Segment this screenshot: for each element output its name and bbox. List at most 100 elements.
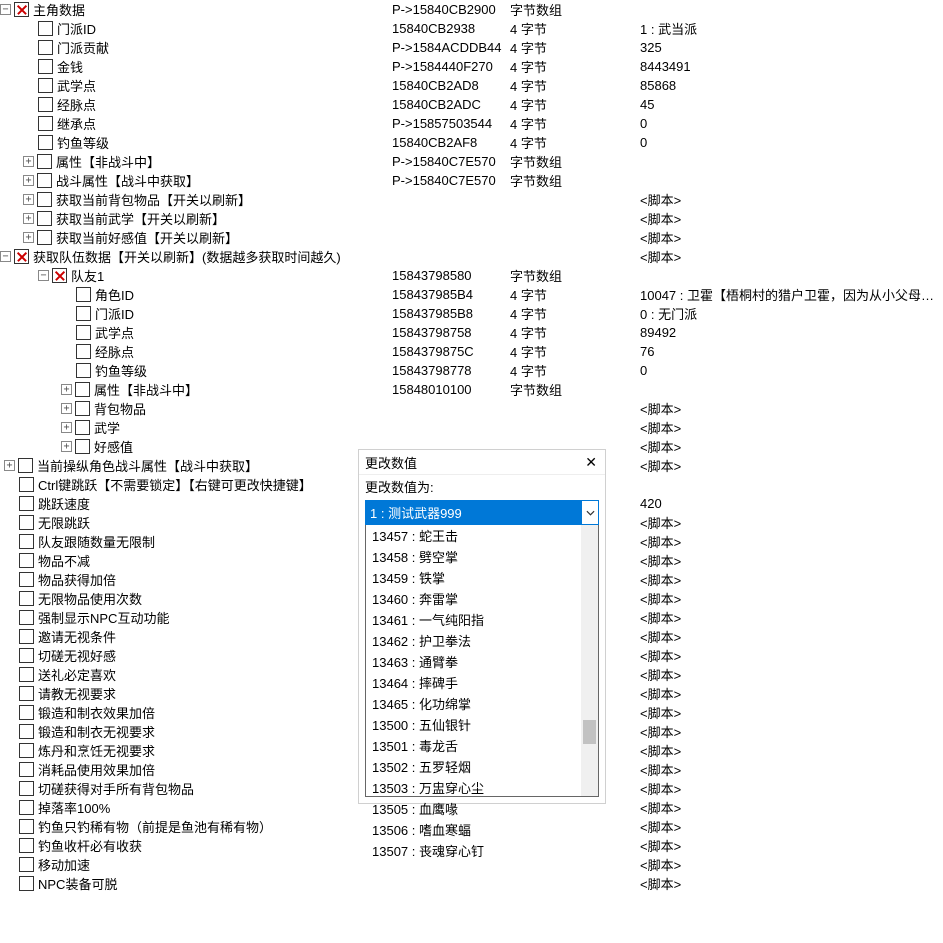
checkbox[interactable]	[19, 572, 34, 587]
scrollbar[interactable]	[581, 525, 598, 796]
value-cell[interactable]: 85868	[640, 78, 943, 93]
table-row[interactable]: −队友115843798580字节数组	[0, 266, 943, 285]
table-row[interactable]: +属性【非战斗中】P->15840C7E570字节数组	[0, 152, 943, 171]
value-cell[interactable]: <脚本>	[640, 627, 943, 646]
table-row[interactable]: +背包物品<脚本>	[0, 399, 943, 418]
collapse-icon[interactable]: −	[0, 4, 11, 15]
checkbox[interactable]	[75, 382, 90, 397]
checkbox[interactable]	[19, 743, 34, 758]
value-cell[interactable]: <脚本>	[640, 722, 943, 741]
dropdown-item[interactable]: 13462 : 护卫拳法	[366, 630, 598, 651]
checkbox[interactable]	[19, 648, 34, 663]
checkbox[interactable]	[38, 97, 53, 112]
checkbox[interactable]	[52, 268, 67, 283]
checkbox[interactable]	[19, 819, 34, 834]
checkbox[interactable]	[38, 59, 53, 74]
value-cell[interactable]: 325	[640, 40, 943, 55]
dropdown-item[interactable]: 13502 : 五罗轻烟	[366, 756, 598, 777]
table-row[interactable]: 经脉点15840CB2ADC4 字节45	[0, 95, 943, 114]
checkbox[interactable]	[19, 686, 34, 701]
dropdown-selected[interactable]: 1 : 测试武器999	[365, 500, 582, 525]
value-cell[interactable]: <脚本>	[640, 836, 943, 855]
checkbox[interactable]	[19, 591, 34, 606]
dropdown-item[interactable]: 13461 : 一气纯阳指	[366, 609, 598, 630]
value-cell[interactable]: <脚本>	[640, 437, 943, 456]
value-cell[interactable]: <脚本>	[640, 817, 943, 836]
checkbox[interactable]	[37, 230, 52, 245]
table-row[interactable]: +武学<脚本>	[0, 418, 943, 437]
checkbox[interactable]	[75, 401, 90, 416]
dropdown-item[interactable]: 13463 : 通臂拳	[366, 651, 598, 672]
table-row[interactable]: 门派贡献P->1584ACDDB444 字节325	[0, 38, 943, 57]
table-row[interactable]: +属性【非战斗中】15848010100字节数组	[0, 380, 943, 399]
expand-icon[interactable]: +	[23, 194, 34, 205]
checkbox[interactable]	[19, 553, 34, 568]
value-cell[interactable]: <脚本>	[640, 513, 943, 532]
table-row[interactable]: 金钱P->1584440F2704 字节8443491	[0, 57, 943, 76]
value-cell[interactable]: <脚本>	[640, 779, 943, 798]
table-row[interactable]: +获取当前武学【开关以刷新】<脚本>	[0, 209, 943, 228]
checkbox[interactable]	[76, 287, 91, 302]
checkbox[interactable]	[75, 420, 90, 435]
checkbox[interactable]	[19, 477, 34, 492]
expand-icon[interactable]: +	[61, 403, 72, 414]
collapse-icon[interactable]: −	[0, 251, 11, 262]
checkbox[interactable]	[76, 363, 91, 378]
table-row[interactable]: 钓鱼等级158437987784 字节0	[0, 361, 943, 380]
checkbox[interactable]	[38, 21, 53, 36]
expand-icon[interactable]: +	[61, 384, 72, 395]
value-cell[interactable]: <脚本>	[640, 418, 943, 437]
checkbox[interactable]	[38, 40, 53, 55]
checkbox[interactable]	[37, 192, 52, 207]
dropdown-item[interactable]: 13503 : 万盅穿心尘	[366, 777, 598, 798]
checkbox[interactable]	[14, 249, 29, 264]
checkbox[interactable]	[19, 800, 34, 815]
value-cell[interactable]: 0	[640, 135, 943, 150]
value-cell[interactable]: <脚本>	[640, 190, 943, 209]
value-cell[interactable]: <脚本>	[640, 209, 943, 228]
dropdown-item[interactable]: 13500 : 五仙银针	[366, 714, 598, 735]
expand-icon[interactable]: +	[4, 460, 15, 471]
value-cell[interactable]: <脚本>	[640, 589, 943, 608]
value-cell[interactable]: 45	[640, 97, 943, 112]
checkbox[interactable]	[19, 496, 34, 511]
table-row[interactable]: 钓鱼等级15840CB2AF84 字节0	[0, 133, 943, 152]
dropdown-item[interactable]: 13458 : 劈空掌	[366, 546, 598, 567]
dropdown-item[interactable]: 13505 : 血鹰喙	[366, 798, 598, 819]
table-row[interactable]: 继承点P->158575035444 字节0	[0, 114, 943, 133]
chevron-down-icon[interactable]	[582, 500, 599, 525]
value-cell[interactable]: 0	[640, 116, 943, 131]
value-cell[interactable]: 0 : 无门派	[640, 304, 943, 323]
value-cell[interactable]: 1 : 武当派	[640, 19, 943, 38]
checkbox[interactable]	[18, 458, 33, 473]
checkbox[interactable]	[37, 154, 52, 169]
checkbox[interactable]	[19, 724, 34, 739]
checkbox[interactable]	[19, 515, 34, 530]
expand-icon[interactable]: +	[23, 213, 34, 224]
dropdown-list[interactable]: 13457 : 蛇王击13458 : 劈空掌13459 : 铁掌13460 : …	[365, 525, 599, 797]
dropdown-item[interactable]: 13459 : 铁掌	[366, 567, 598, 588]
table-row[interactable]: 经脉点1584379875C4 字节76	[0, 342, 943, 361]
checkbox[interactable]	[76, 306, 91, 321]
collapse-icon[interactable]: −	[38, 270, 49, 281]
value-cell[interactable]: <脚本>	[640, 703, 943, 722]
dropdown-item[interactable]: 13464 : 摔碑手	[366, 672, 598, 693]
dropdown-item[interactable]: 13465 : 化功绵掌	[366, 693, 598, 714]
value-cell[interactable]: <脚本>	[640, 684, 943, 703]
expand-icon[interactable]: +	[61, 441, 72, 452]
table-row[interactable]: +获取当前背包物品【开关以刷新】<脚本>	[0, 190, 943, 209]
value-cell[interactable]: <脚本>	[640, 741, 943, 760]
value-cell[interactable]: <脚本>	[640, 532, 943, 551]
checkbox[interactable]	[37, 173, 52, 188]
dropdown-item[interactable]: 13460 : 奔雷掌	[366, 588, 598, 609]
expand-icon[interactable]: +	[61, 422, 72, 433]
value-cell[interactable]: <脚本>	[640, 608, 943, 627]
checkbox[interactable]	[19, 857, 34, 872]
value-cell[interactable]: 420	[640, 496, 943, 511]
value-cell[interactable]: 10047 : 卫霍【梧桐村的猎户卫霍，因为从小父母双亡,	[640, 285, 943, 304]
scrollbar-thumb[interactable]	[583, 720, 596, 744]
checkbox[interactable]	[19, 838, 34, 853]
expand-icon[interactable]: +	[23, 156, 34, 167]
close-icon[interactable]: ✕	[581, 454, 601, 471]
checkbox[interactable]	[38, 135, 53, 150]
